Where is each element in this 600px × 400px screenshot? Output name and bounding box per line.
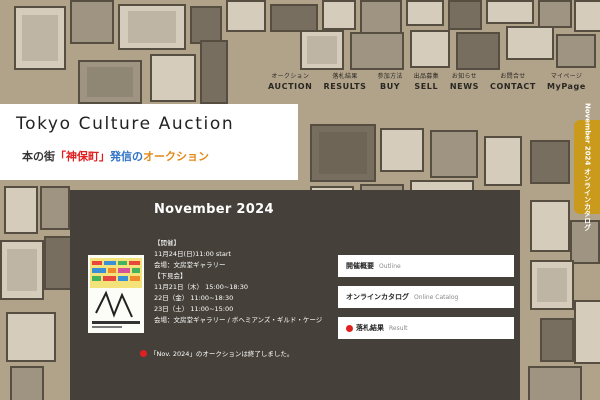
event-links: 開催概要 Outline オンラインカタログ Online Catalog 落札… xyxy=(338,255,514,348)
global-nav: オークション AUCTION 落札結果 RESULTS 参加方法 BUY 出品募… xyxy=(268,72,586,100)
info-line: 【下見会】 xyxy=(154,272,187,280)
tagline-part-4: オークション xyxy=(143,150,209,163)
nav-item-sell[interactable]: 出品募集 SELL xyxy=(414,72,439,100)
link-label: オンラインカタログ xyxy=(346,293,409,301)
nav-sub-label: お知らせ xyxy=(451,73,477,80)
nav-main-label: AUCTION xyxy=(268,82,313,91)
link-sublabel: Outline xyxy=(379,262,401,270)
info-line: 会場：文房堂ギャラリー xyxy=(154,261,226,269)
auction-ended-note: 「Nov. 2024」のオークションは終了しました。 xyxy=(140,348,293,358)
nav-main-label: RESULTS xyxy=(323,82,367,91)
info-line: 【開催】 xyxy=(154,239,180,247)
info-line: 11月24日(日)11:00 start xyxy=(154,250,232,258)
site-header-box: Tokyo Culture Auction 本の街「神保町」発信のオークション xyxy=(0,104,298,180)
info-line: 22日（金） 11:00~18:30 xyxy=(154,294,234,302)
nav-item-news[interactable]: お知らせ NEWS xyxy=(450,72,479,100)
info-line: 会場：文房堂ギャラリー / ボヘミアンズ・ギルド・ケージ xyxy=(154,316,323,324)
info-line: 23日（土） 11:00~15:00 xyxy=(154,305,234,313)
link-sublabel: Result xyxy=(389,324,408,332)
side-tab-label: November 2024 オンラインカタログ xyxy=(583,103,592,231)
nav-item-results[interactable]: 落札結果 RESULTS xyxy=(323,72,366,100)
online-catalog-button[interactable]: オンラインカタログ Online Catalog xyxy=(338,286,514,308)
tagline-part-1: 本の街 xyxy=(22,150,55,163)
tagline-part-3: 発信の xyxy=(110,150,143,163)
event-panel: November 2024 【開催】 11月24日(日)11:00 start … xyxy=(70,190,520,400)
nav-main-label: CONTACT xyxy=(490,82,536,91)
nav-main-label: MyPage xyxy=(546,82,586,91)
nav-item-buy[interactable]: 参加方法 BUY xyxy=(378,72,403,100)
nav-main-label: NEWS xyxy=(449,82,480,91)
result-button[interactable]: 落札結果 Result xyxy=(338,317,514,339)
nav-item-contact[interactable]: お問合せ CONTACT xyxy=(490,72,536,100)
nav-sub-label: マイページ xyxy=(550,73,583,80)
nav-sub-label: 出品募集 xyxy=(413,73,439,80)
nav-main-label: BUY xyxy=(380,82,401,91)
event-info: 【開催】 11月24日(日)11:00 start 会場：文房堂ギャラリー 【下… xyxy=(154,238,322,326)
link-label: 開催概要 xyxy=(346,262,374,270)
nav-item-mypage[interactable]: マイページ MyPage xyxy=(547,72,586,100)
link-label: 落札結果 xyxy=(356,324,384,332)
nav-sub-label: お問合せ xyxy=(500,73,526,80)
nav-main-label: SELL xyxy=(414,82,439,91)
nav-sub-label: オークション xyxy=(271,73,310,80)
catalog-thumbnail[interactable] xyxy=(88,255,144,333)
note-text: 「Nov. 2024」のオークションは終了しました。 xyxy=(150,350,294,358)
red-dot-icon xyxy=(140,349,147,357)
nav-item-auction[interactable]: オークション AUCTION xyxy=(268,72,312,100)
event-title: November 2024 xyxy=(154,202,274,217)
tagline-part-2: 「神保町」 xyxy=(55,150,110,163)
online-catalog-side-tab[interactable]: November 2024 オンラインカタログ xyxy=(574,103,600,231)
red-dot-icon xyxy=(346,324,353,332)
nav-sub-label: 落札結果 xyxy=(332,73,358,80)
catalog-cover-image xyxy=(88,255,144,333)
nav-sub-label: 参加方法 xyxy=(377,73,403,80)
info-line: 11月21日（木） 15:00~18:30 xyxy=(154,283,249,291)
link-sublabel: Online Catalog xyxy=(414,293,459,301)
site-tagline: 本の街「神保町」発信のオークション xyxy=(22,148,209,164)
outline-button[interactable]: 開催概要 Outline xyxy=(338,255,514,277)
site-title[interactable]: Tokyo Culture Auction xyxy=(16,114,234,134)
